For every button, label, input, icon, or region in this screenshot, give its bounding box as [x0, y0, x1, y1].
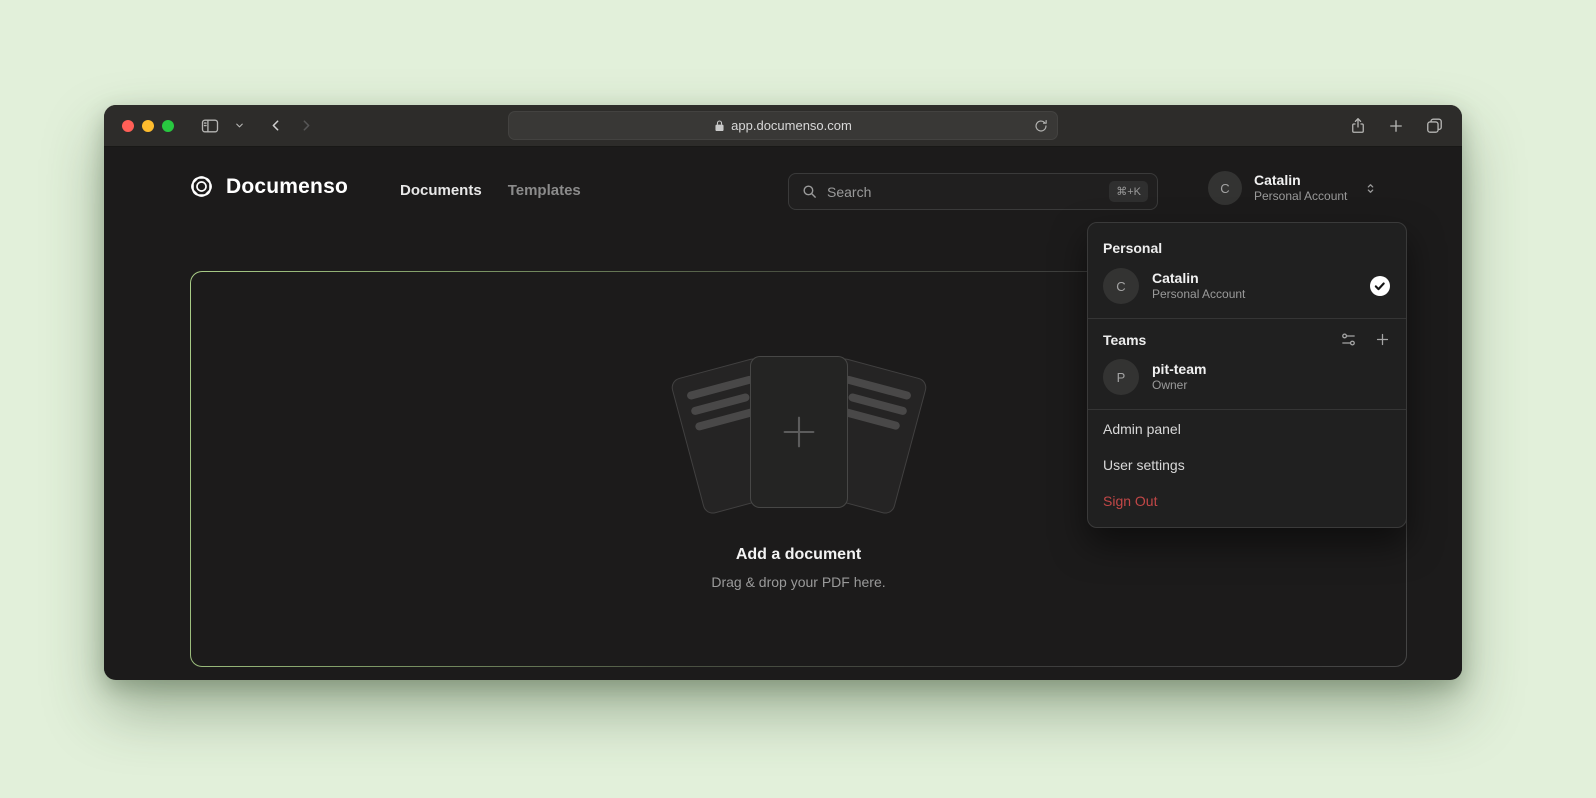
menu-personal-header: Personal: [1088, 229, 1406, 262]
personal-avatar: C: [1103, 268, 1139, 304]
app-page: Documenso Documents Templates ⌘+K C Cata…: [104, 147, 1462, 679]
back-icon[interactable]: [267, 117, 284, 134]
account-subtitle: Personal Account: [1254, 189, 1347, 204]
team-preferences-icon[interactable]: [1340, 331, 1357, 348]
nav-documents[interactable]: Documents: [400, 182, 482, 199]
dropzone-title: Add a document: [736, 546, 861, 564]
plus-icon: [776, 409, 822, 455]
add-team-icon[interactable]: [1374, 331, 1391, 348]
account-name: Catalin: [1254, 172, 1347, 190]
team-avatar: P: [1103, 359, 1139, 395]
sidebar-toggle-icon[interactable]: [200, 116, 220, 136]
address-bar[interactable]: app.documenso.com: [508, 111, 1058, 140]
menu-item-user-settings[interactable]: User settings: [1088, 447, 1406, 483]
nav-templates[interactable]: Templates: [508, 182, 581, 199]
menu-item-personal-account[interactable]: C Catalin Personal Account: [1088, 262, 1406, 317]
zoom-window-button[interactable]: [162, 120, 174, 132]
browser-titlebar: app.documenso.com: [104, 105, 1462, 147]
check-circle-icon: [1369, 275, 1391, 297]
menu-item-admin-panel[interactable]: Admin panel: [1088, 411, 1406, 447]
menu-item-team[interactable]: P pit-team Owner: [1088, 353, 1406, 408]
menu-divider: [1088, 318, 1406, 319]
account-dropdown-menu: Personal C Catalin Personal Account Team: [1087, 222, 1407, 528]
menu-teams-header-row: Teams: [1088, 320, 1406, 353]
menu-teams-header: Teams: [1103, 332, 1146, 348]
tab-overview-icon[interactable]: [1425, 116, 1444, 135]
search-input[interactable]: [827, 184, 1100, 200]
documents-illustration: [654, 348, 944, 520]
chevrons-up-down-icon: [1363, 181, 1378, 196]
search-icon: [801, 183, 818, 200]
new-tab-icon[interactable]: [1387, 117, 1405, 135]
account-menu-button[interactable]: C Catalin Personal Account: [1208, 171, 1378, 205]
close-window-button[interactable]: [122, 120, 134, 132]
personal-subtitle: Personal Account: [1152, 287, 1245, 303]
documenso-logo[interactable]: Documenso: [188, 173, 348, 200]
traffic-lights: [122, 120, 174, 132]
brand-name: Documenso: [226, 175, 348, 199]
dropzone-subtitle: Drag & drop your PDF here.: [711, 574, 885, 590]
menu-divider: [1088, 409, 1406, 410]
team-role: Owner: [1152, 378, 1206, 394]
menu-item-sign-out[interactable]: Sign Out: [1088, 483, 1406, 519]
url-text: app.documenso.com: [731, 118, 852, 133]
refresh-icon[interactable]: [1034, 119, 1048, 133]
forward-icon[interactable]: [298, 117, 315, 134]
search-shortcut-badge: ⌘+K: [1109, 181, 1148, 202]
main-nav: Documents Templates: [400, 182, 581, 199]
share-icon[interactable]: [1349, 116, 1367, 135]
search-bar[interactable]: ⌘+K: [788, 173, 1158, 210]
team-name: pit-team: [1152, 360, 1206, 378]
browser-window: app.documenso.com: [104, 105, 1462, 680]
lock-icon: [714, 119, 725, 132]
documenso-logo-icon: [188, 173, 215, 200]
account-avatar: C: [1208, 171, 1242, 205]
personal-name: Catalin: [1152, 269, 1245, 287]
document-card-center: [750, 356, 848, 508]
minimize-window-button[interactable]: [142, 120, 154, 132]
chevron-down-icon[interactable]: [234, 120, 245, 131]
